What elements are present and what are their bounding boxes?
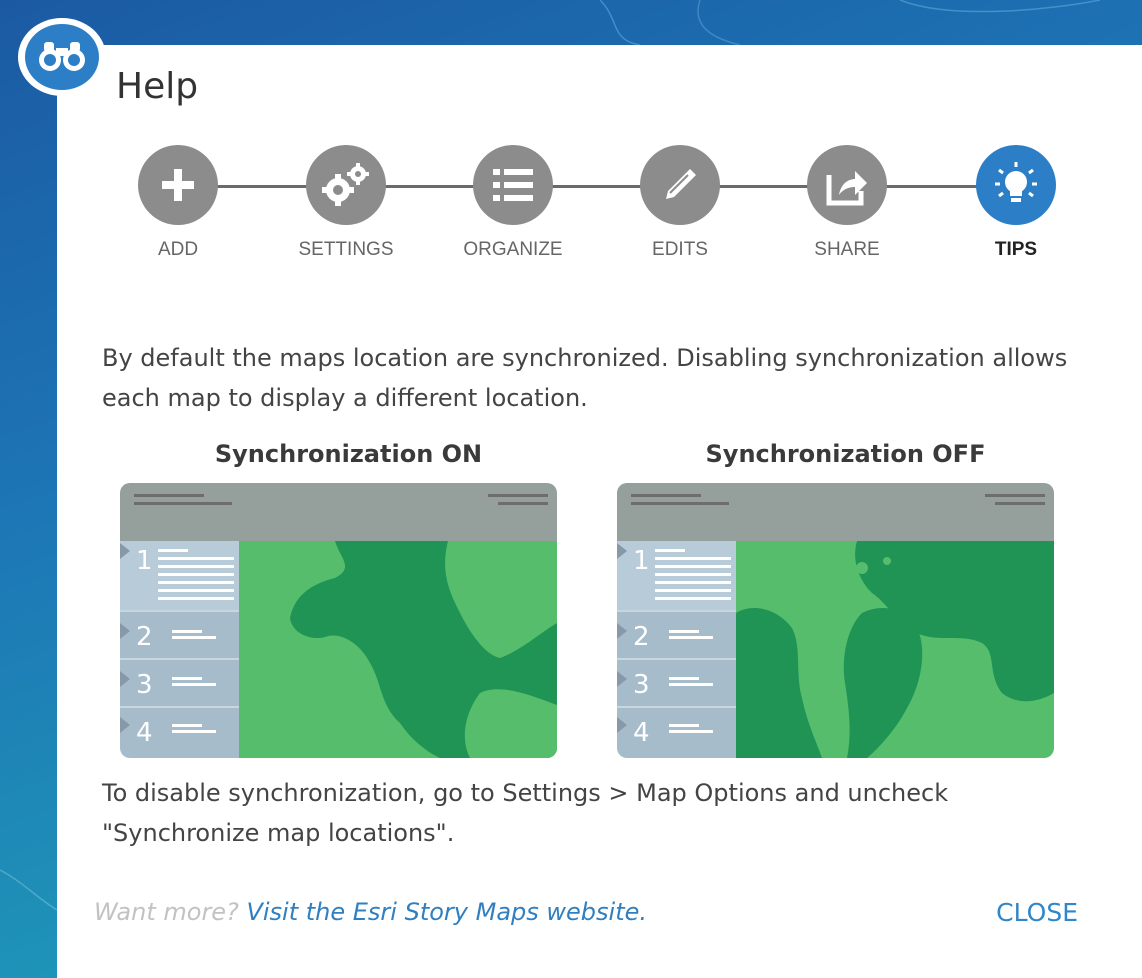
step-label: SHARE xyxy=(814,239,880,260)
footer-want-more: Want more? Visit the Esri Story Maps web… xyxy=(94,898,647,926)
step-add[interactable]: ADD xyxy=(113,145,243,261)
step-share[interactable]: SHARE xyxy=(782,145,912,261)
esri-story-maps-link[interactable]: Visit the Esri Story Maps website. xyxy=(246,898,647,926)
step-label: SETTINGS xyxy=(298,239,394,260)
svg-text:1: 1 xyxy=(136,546,153,576)
step-label: ADD xyxy=(157,239,199,260)
svg-text:3: 3 xyxy=(633,670,650,700)
illustration-sync-off: 1 2 3 4 xyxy=(617,483,1054,758)
plus-icon xyxy=(162,169,194,201)
step-tips[interactable]: TIPS xyxy=(951,145,1081,261)
gears-icon xyxy=(322,163,369,206)
instructions-text: To disable synchronization, go to Settin… xyxy=(102,779,949,847)
svg-text:4: 4 xyxy=(633,718,650,748)
step-organize[interactable]: ORGANIZE xyxy=(448,145,578,261)
header-badge xyxy=(18,18,106,96)
binoculars-icon xyxy=(39,42,85,71)
caption-sync-on: Synchronization ON xyxy=(214,440,483,468)
share-icon xyxy=(826,171,867,206)
lightbulb-icon xyxy=(995,162,1037,202)
svg-text:4: 4 xyxy=(136,718,153,748)
caption-sync-off: Synchronization OFF xyxy=(705,440,986,468)
svg-text:1: 1 xyxy=(633,546,650,576)
dialog-title: Help xyxy=(116,66,199,107)
step-label: EDITS xyxy=(652,239,708,260)
svg-text:2: 2 xyxy=(136,622,153,652)
svg-text:3: 3 xyxy=(136,670,153,700)
svg-text:2: 2 xyxy=(633,622,650,652)
step-label: TIPS xyxy=(994,239,1038,260)
close-button[interactable]: CLOSE xyxy=(996,898,1078,927)
illustration-sync-on: 1 2 3 4 xyxy=(120,483,557,758)
step-label: ORGANIZE xyxy=(463,239,563,260)
step-settings[interactable]: SETTINGS xyxy=(281,145,411,261)
want-more-label: Want more? xyxy=(94,898,239,926)
list-icon xyxy=(493,169,533,201)
pencil-icon xyxy=(666,169,696,199)
intro-text: By default the maps location are synchro… xyxy=(102,344,1068,412)
step-edits[interactable]: EDITS xyxy=(615,145,745,261)
